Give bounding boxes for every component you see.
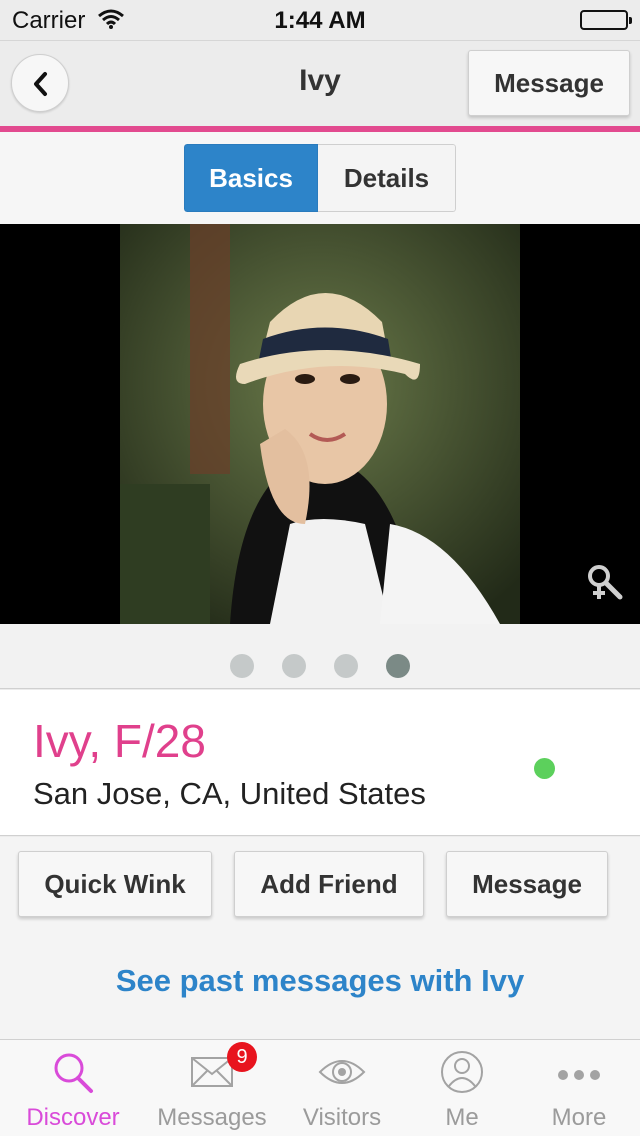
battery-icon bbox=[580, 10, 632, 30]
segmented-control: Basics Details bbox=[184, 144, 456, 212]
tab-label: Discover bbox=[26, 1104, 120, 1131]
past-messages-link[interactable]: See past messages with Ivy bbox=[0, 963, 640, 999]
chevron-left-icon bbox=[34, 72, 47, 96]
tab-messages[interactable]: Messages bbox=[146, 1040, 278, 1136]
tab-bar: Discover Messages 9 Visitors Me More bbox=[0, 1039, 640, 1136]
online-status-dot bbox=[534, 758, 555, 779]
profile-photo[interactable] bbox=[120, 224, 520, 624]
profile-location: San Jose, CA, United States bbox=[33, 776, 426, 811]
person-icon bbox=[440, 1050, 484, 1099]
message-button[interactable]: Message bbox=[446, 851, 608, 917]
nav-message-button[interactable]: Message bbox=[468, 50, 630, 116]
tab-discover[interactable]: Discover bbox=[0, 1040, 146, 1136]
search-icon bbox=[51, 1050, 95, 1099]
photo-pager bbox=[0, 624, 640, 689]
tab-more[interactable]: More bbox=[518, 1040, 640, 1136]
pager-dot[interactable] bbox=[230, 654, 254, 678]
status-bar: Carrier 1:44 AM bbox=[0, 0, 640, 40]
tab-label: Me bbox=[445, 1104, 479, 1131]
quick-wink-button[interactable]: Quick Wink bbox=[18, 851, 212, 917]
segmented-tabs-area: Basics Details bbox=[0, 132, 640, 224]
nav-bar: Ivy Message bbox=[0, 40, 640, 126]
add-friend-button[interactable]: Add Friend bbox=[234, 851, 424, 917]
photo-viewer[interactable] bbox=[0, 224, 640, 624]
messages-badge: 9 bbox=[227, 1042, 257, 1072]
tab-label: Messages bbox=[157, 1104, 267, 1131]
tab-details[interactable]: Details bbox=[318, 144, 456, 212]
eye-icon bbox=[318, 1050, 366, 1095]
profile-name: Ivy, F/28 bbox=[33, 715, 206, 767]
more-dots-icon bbox=[557, 1050, 601, 1095]
tab-visitors[interactable]: Visitors bbox=[278, 1040, 406, 1136]
pager-dot[interactable] bbox=[334, 654, 358, 678]
tab-label: Visitors bbox=[302, 1104, 382, 1131]
pager-dot[interactable] bbox=[282, 654, 306, 678]
zoom-female-icon[interactable] bbox=[584, 563, 624, 608]
pager-dot-active[interactable] bbox=[386, 654, 410, 678]
profile-info: Ivy, F/28 San Jose, CA, United States bbox=[0, 690, 640, 836]
tab-me[interactable]: Me bbox=[406, 1040, 518, 1136]
back-button[interactable] bbox=[11, 54, 69, 112]
status-time: 1:44 AM bbox=[274, 7, 366, 34]
tab-label: More bbox=[551, 1104, 607, 1131]
tab-basics[interactable]: Basics bbox=[184, 144, 318, 212]
actions-area: Quick Wink Add Friend Message See past m… bbox=[0, 837, 640, 1039]
